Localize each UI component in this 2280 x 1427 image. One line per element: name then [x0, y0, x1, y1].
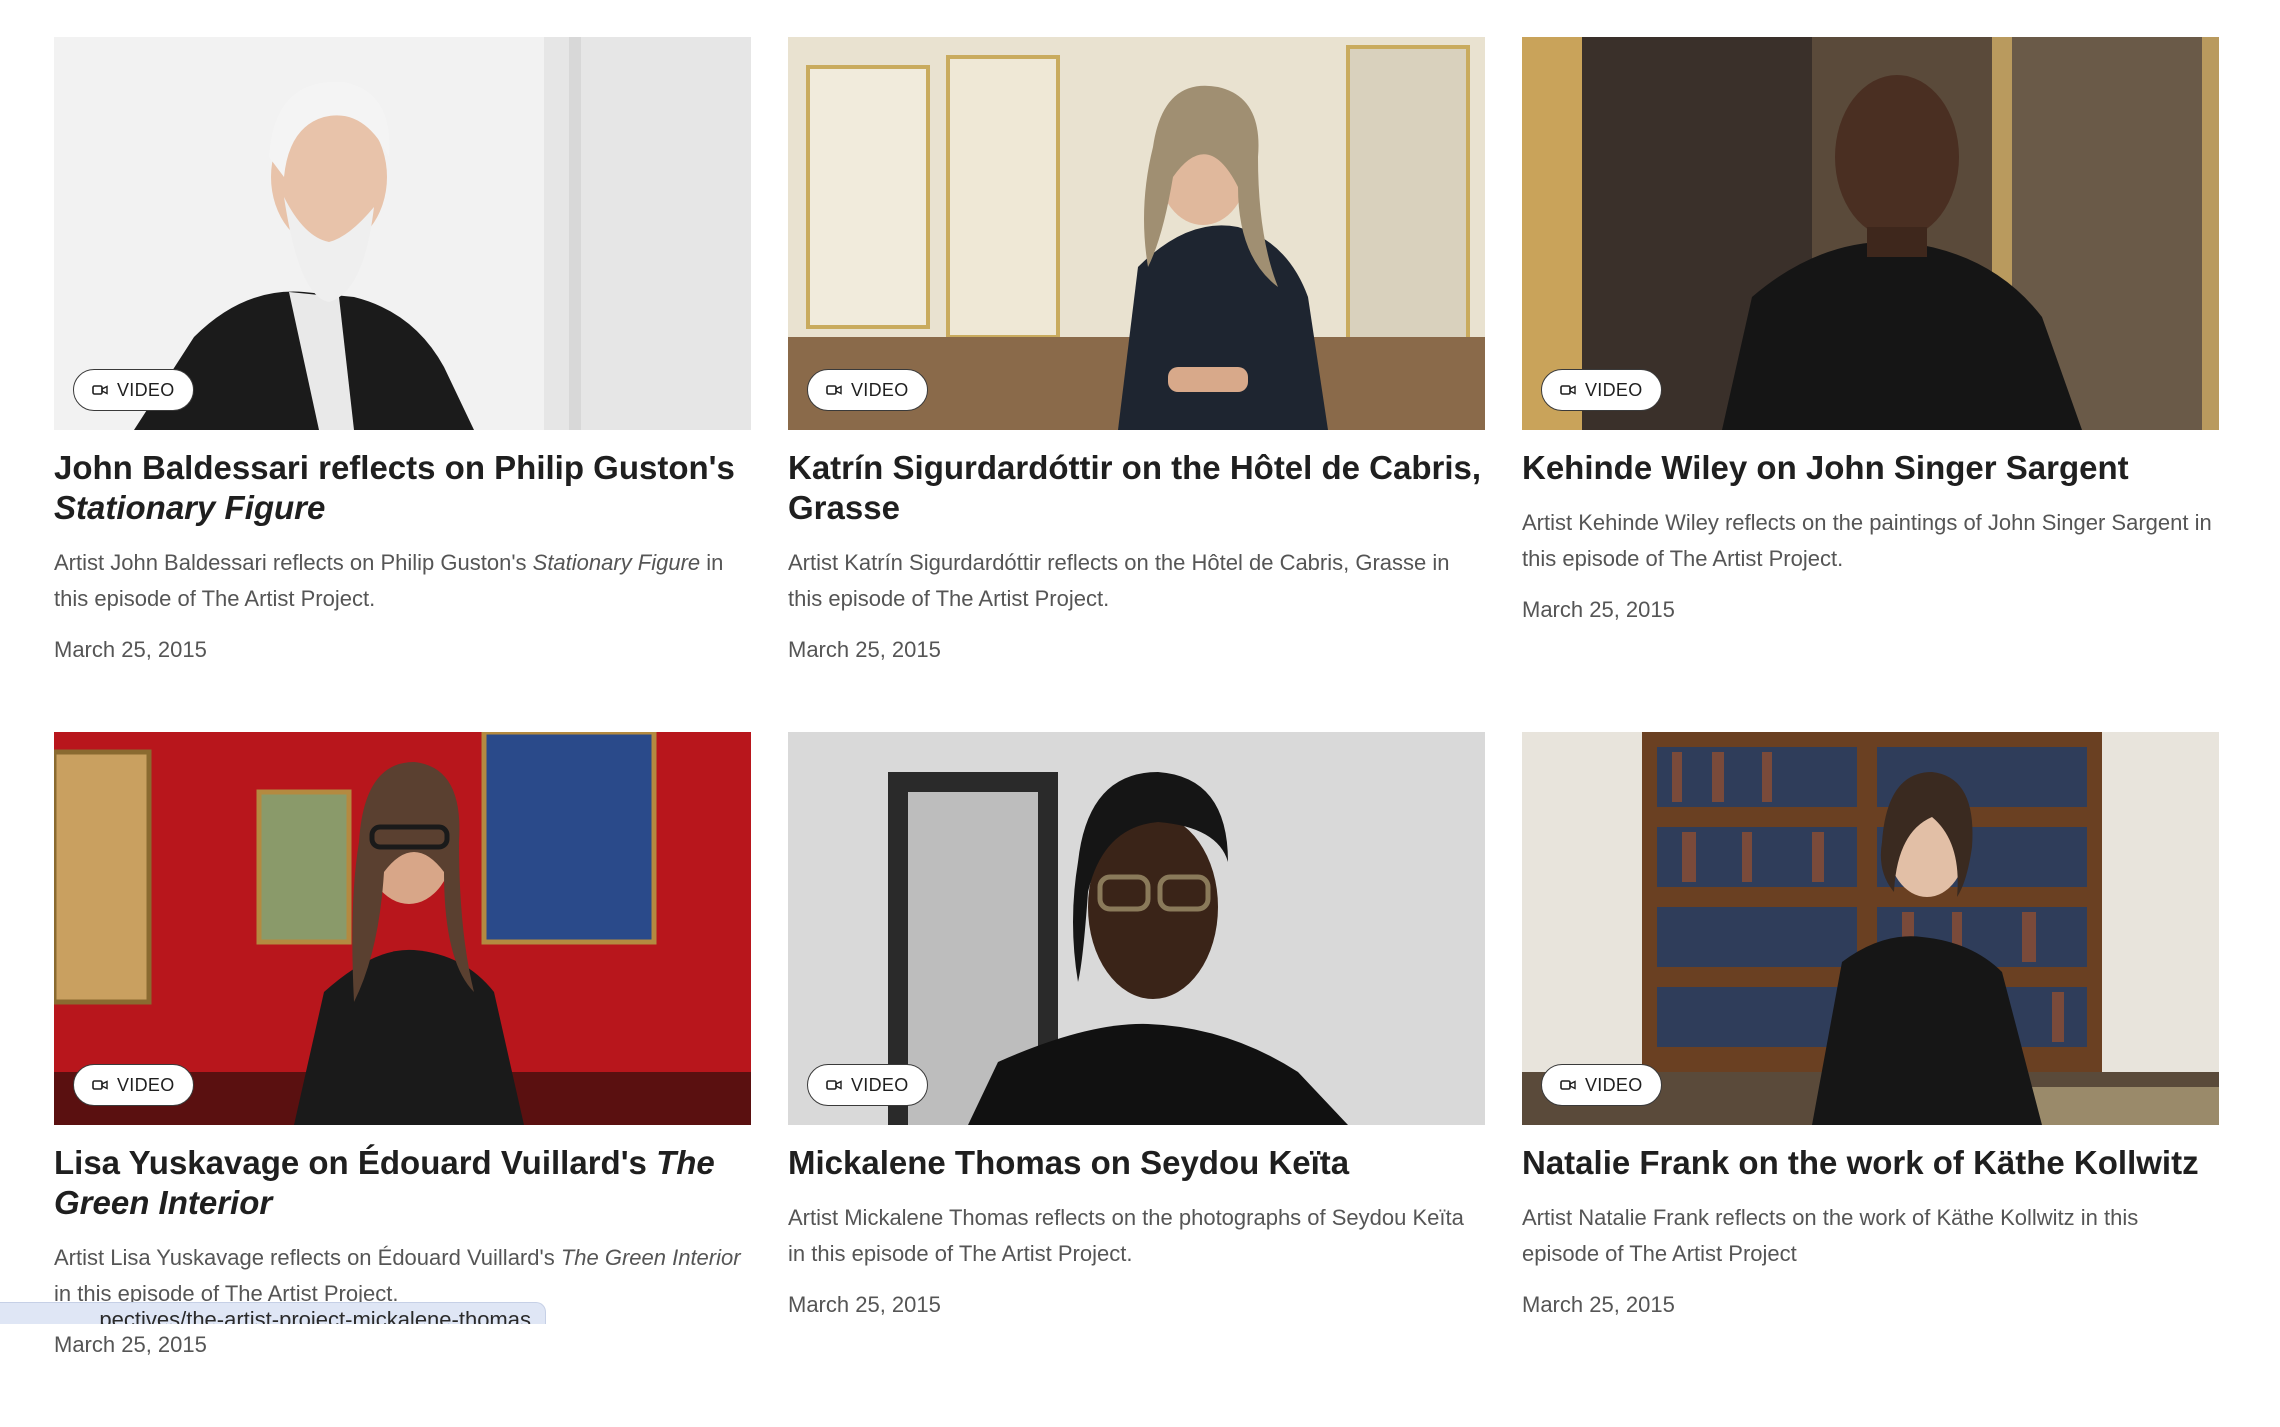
- video-card-natalie-frank[interactable]: VIDEO Natalie Frank on the work of Käthe…: [1522, 732, 2219, 1427]
- card-description: Artist Natalie Frank reflects on the wor…: [1522, 1200, 2219, 1272]
- video-badge: VIDEO: [807, 1064, 928, 1106]
- card-date: March 25, 2015: [54, 1332, 207, 1357]
- title-text: Natalie Frank on the work of Käthe Kollw…: [1522, 1144, 2199, 1181]
- desc-text: Artist Kehinde Wiley reflects on the pai…: [1522, 510, 2212, 571]
- title-italic-text: Stationary Figure: [54, 489, 326, 526]
- title-text: Mickalene Thomas on Seydou Keïta: [788, 1144, 1350, 1181]
- link-url-status-tooltip: pectives/the-artist-project-mickalene-th…: [0, 1302, 546, 1324]
- video-thumbnail[interactable]: VIDEO: [788, 732, 1485, 1125]
- desc-text: Artist Katrín Sigurdardóttir reflects on…: [788, 550, 1450, 611]
- card-title[interactable]: Katrín Sigurdardóttir on the Hôtel de Ca…: [788, 448, 1485, 528]
- video-badge: VIDEO: [807, 369, 928, 411]
- video-thumbnail[interactable]: VIDEO: [1522, 37, 2219, 430]
- video-badge-label: VIDEO: [1585, 1074, 1643, 1095]
- video-card-grid: VIDEO John Baldessari reflects on Philip…: [54, 37, 2226, 1427]
- video-card-kehinde-wiley[interactable]: VIDEO Kehinde Wiley on John Singer Sarge…: [1522, 37, 2219, 732]
- video-card-john-baldessari[interactable]: VIDEO John Baldessari reflects on Philip…: [54, 37, 751, 732]
- video-card-mickalene-thomas[interactable]: VIDEO Mickalene Thomas on Seydou Keïta A…: [788, 732, 1485, 1427]
- video-thumbnail[interactable]: VIDEO: [1522, 732, 2219, 1125]
- card-description: Artist Katrín Sigurdardóttir reflects on…: [788, 545, 1485, 617]
- card-description: Artist Kehinde Wiley reflects on the pai…: [1522, 505, 2219, 577]
- title-text: John Baldessari reflects on Philip Gusto…: [54, 449, 735, 486]
- card-description: Artist Mickalene Thomas reflects on the …: [788, 1200, 1485, 1272]
- video-thumbnail[interactable]: VIDEO: [788, 37, 1485, 430]
- video-badge-label: VIDEO: [851, 379, 909, 400]
- card-title[interactable]: Kehinde Wiley on John Singer Sargent: [1522, 448, 2219, 488]
- video-badge-label: VIDEO: [1585, 379, 1643, 400]
- video-camera-icon: [826, 1079, 842, 1091]
- video-thumbnail[interactable]: VIDEO: [54, 732, 751, 1125]
- card-date: March 25, 2015: [1522, 597, 1675, 622]
- video-thumbnail[interactable]: VIDEO: [54, 37, 751, 430]
- desc-text: Artist John Baldessari reflects on Phili…: [54, 550, 533, 575]
- video-camera-icon: [1560, 1079, 1576, 1091]
- card-date: March 25, 2015: [788, 1292, 941, 1317]
- video-badge-label: VIDEO: [851, 1074, 909, 1095]
- video-camera-icon: [92, 1079, 108, 1091]
- video-card-katrin-sigurdardottir[interactable]: VIDEO Katrín Sigurdardóttir on the Hôtel…: [788, 37, 1485, 732]
- video-badge: VIDEO: [1541, 369, 1662, 411]
- card-title[interactable]: Natalie Frank on the work of Käthe Kollw…: [1522, 1143, 2219, 1183]
- title-text: Kehinde Wiley on John Singer Sargent: [1522, 449, 2129, 486]
- desc-italic-text: The Green Interior: [560, 1245, 741, 1270]
- card-title[interactable]: Mickalene Thomas on Seydou Keïta: [788, 1143, 1485, 1183]
- video-badge-label: VIDEO: [117, 1074, 175, 1095]
- title-text: Lisa Yuskavage on Édouard Vuillard's: [54, 1144, 657, 1181]
- card-title[interactable]: John Baldessari reflects on Philip Gusto…: [54, 448, 751, 528]
- video-badge: VIDEO: [73, 369, 194, 411]
- title-text: Katrín Sigurdardóttir on the Hôtel de Ca…: [788, 449, 1482, 526]
- card-date: March 25, 2015: [54, 637, 207, 662]
- video-camera-icon: [1560, 384, 1576, 396]
- video-camera-icon: [92, 384, 108, 396]
- desc-text: Artist Mickalene Thomas reflects on the …: [788, 1205, 1464, 1266]
- video-badge-label: VIDEO: [117, 379, 175, 400]
- video-badge: VIDEO: [73, 1064, 194, 1106]
- card-date: March 25, 2015: [1522, 1292, 1675, 1317]
- card-title[interactable]: Lisa Yuskavage on Édouard Vuillard's The…: [54, 1143, 751, 1223]
- desc-text: Artist Natalie Frank reflects on the wor…: [1522, 1205, 2139, 1266]
- desc-italic-text: Stationary Figure: [532, 550, 701, 575]
- video-camera-icon: [826, 384, 842, 396]
- card-date: March 25, 2015: [788, 637, 941, 662]
- desc-text: Artist Lisa Yuskavage reflects on Édouar…: [54, 1245, 561, 1270]
- card-description: Artist John Baldessari reflects on Phili…: [54, 545, 751, 617]
- video-badge: VIDEO: [1541, 1064, 1662, 1106]
